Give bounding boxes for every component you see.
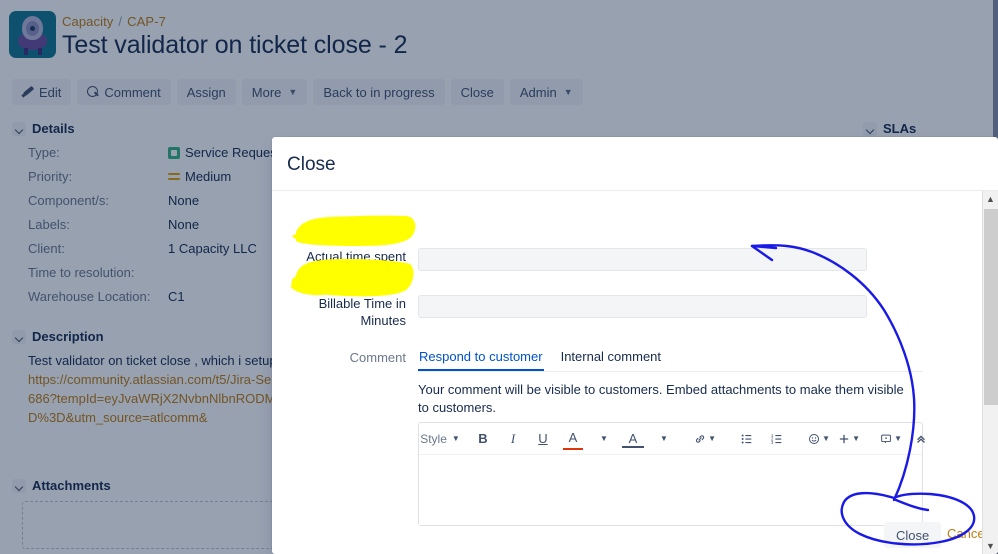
text-color-chevron-icon[interactable]: ▼ [589,427,617,451]
dialog-title: Close [287,154,336,175]
tab-internal-comment[interactable]: Internal comment [560,347,662,371]
billable-time-sublabel: Minutes [360,313,406,328]
italic-icon[interactable]: I [499,427,527,451]
expand-icon[interactable] [907,427,935,451]
plus-glyph [839,434,849,443]
emoji-icon[interactable]: ▼ [805,427,833,451]
bullet-list-glyph [741,434,752,443]
chevron-down-icon: ▼ [852,434,860,443]
comment-visibility-tabs: Respond to customer Internal comment [418,347,923,372]
chevron-down-icon: ▼ [822,434,830,443]
scroll-down-arrow-icon[interactable]: ▼ [983,538,998,554]
link-glyph [695,434,705,443]
dialog-scrollbar[interactable]: ▲ ▼ [982,191,998,554]
dialog-body: Actual time spent (min) Billable Time in… [272,191,982,554]
style-dropdown[interactable]: Style ▼ [420,427,460,451]
link-icon[interactable]: ▼ [691,427,719,451]
numbered-list-icon[interactable]: 123 [763,427,791,451]
highlight-color-chevron-icon[interactable]: ▼ [649,427,677,451]
insert-plus-icon[interactable]: ▼ [835,427,863,451]
numbered-list-glyph: 123 [771,432,782,444]
billable-time-label: Billable Time in Minutes [286,295,418,329]
bullet-list-icon[interactable] [733,427,761,451]
scroll-up-arrow-icon[interactable]: ▲ [983,191,998,207]
emoji-glyph [809,433,820,444]
screenshot-root: Capacity / CAP-7 Test validator on ticket … [0,0,998,554]
field-row-actual-time-spent: Actual time spent (min) [286,248,867,282]
dialog-footer: Close Cancel [272,522,982,554]
svg-text:3: 3 [771,439,774,444]
comment-textarea[interactable] [419,455,922,525]
comment-help-text: Your comment will be visible to customer… [418,382,904,415]
tab-respond-to-customer[interactable]: Respond to customer [418,347,544,371]
chevron-down-icon: ▼ [451,434,460,443]
editor-toolbar: Style ▼ B I U A ▼ A ▼ ▼ 1 2 3 ▼ ▼ ▼ [419,423,925,455]
dialog-cancel-link[interactable]: Cancel [947,526,982,541]
collapse-chevrons-glyph [917,434,925,443]
scrollbar-thumb[interactable] [984,209,998,405]
highlight-color-icon[interactable]: A [619,427,647,451]
bold-icon[interactable]: B [469,427,497,451]
chevron-down-icon: ▼ [708,434,716,443]
actual-time-spent-input[interactable] [418,248,867,271]
style-dropdown-label: Style [420,431,447,446]
mention-glyph [881,434,891,443]
dialog-close-submit-button[interactable]: Close [884,522,942,548]
mention-icon[interactable]: ▼ [877,427,905,451]
actual-time-spent-sublabel: (min) [376,266,406,281]
billable-time-input[interactable] [418,295,867,318]
field-row-billable-time: Billable Time in Minutes [286,295,867,329]
actual-time-spent-label-text: Actual time spent [306,249,406,264]
chevron-down-icon: ▼ [894,434,902,443]
dialog-header: Close [272,137,998,191]
underline-icon[interactable]: U [529,427,557,451]
comment-field-label: Comment [349,350,406,365]
rich-text-editor: Style ▼ B I U A ▼ A ▼ ▼ 1 2 3 ▼ ▼ ▼ [418,422,925,526]
billable-time-label-text: Billable Time in [318,296,406,311]
actual-time-spent-label: Actual time spent (min) [286,248,418,282]
text-color-icon[interactable]: A [559,425,587,452]
close-issue-dialog: Close Actual time spent (min) Billable T… [272,137,998,554]
